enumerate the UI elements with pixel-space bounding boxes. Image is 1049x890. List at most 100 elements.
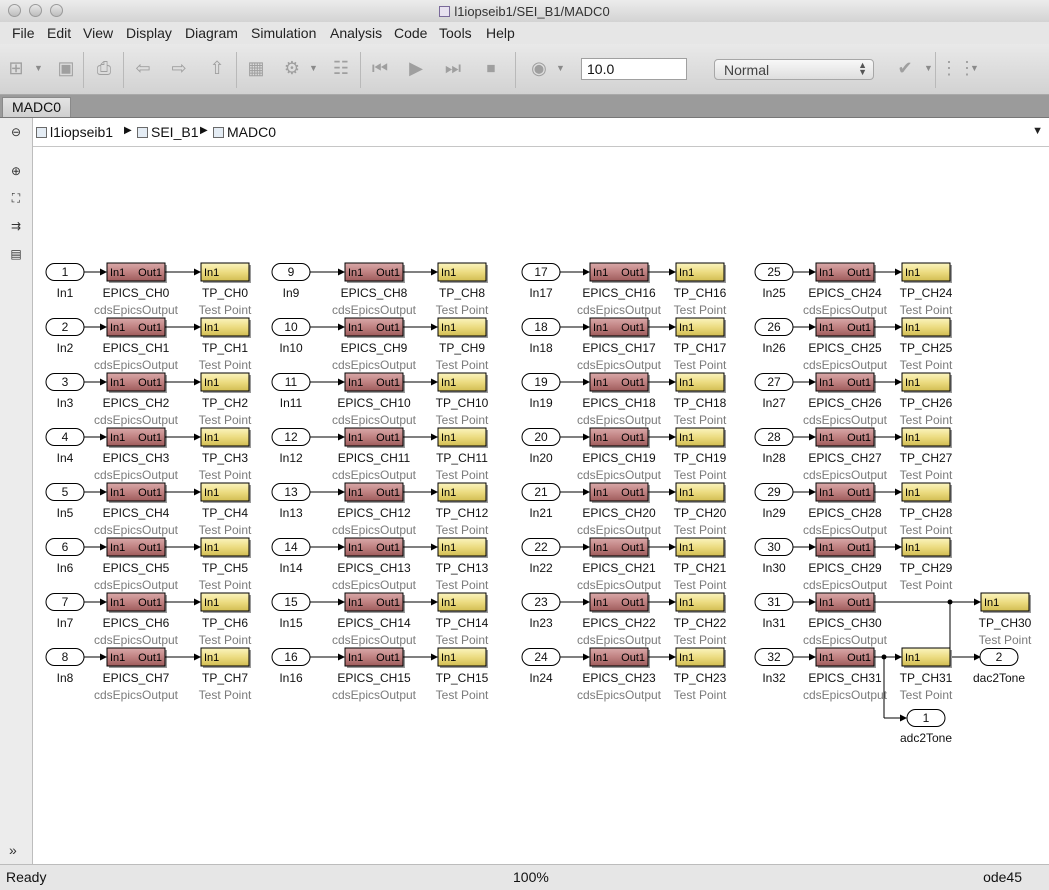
record-icon[interactable]: ◉	[527, 57, 551, 79]
epics-type: cdsEpicsOutput	[803, 578, 888, 592]
signal-arrow	[194, 268, 201, 276]
signal-arrow	[431, 653, 438, 661]
signal-arrow	[100, 543, 107, 551]
tp-in-port: In1	[984, 597, 999, 609]
menu-code[interactable]: Code	[394, 25, 427, 41]
forward-icon[interactable]: ⇨	[167, 57, 191, 79]
menu-file[interactable]: File	[12, 25, 35, 41]
epics-out-port: Out1	[847, 487, 871, 499]
tp-in-port: In1	[905, 542, 920, 554]
annotation-icon[interactable]: ▤	[8, 246, 24, 262]
breadcrumb-item[interactable]: MADC0	[213, 124, 276, 140]
breadcrumb-separator-icon: ▶	[200, 125, 208, 136]
stop-time-input[interactable]: 10.0	[581, 58, 687, 80]
zoom-icon[interactable]: ⊕	[8, 163, 24, 179]
signal-arrow	[194, 598, 201, 606]
advisor-dropdown-icon[interactable]: ▼	[924, 63, 933, 73]
settings-dropdown-icon[interactable]: ▼	[309, 63, 318, 73]
tp-type: Test Point	[674, 633, 727, 647]
signal-arrow	[669, 543, 676, 551]
stop-icon[interactable]: ⏹	[479, 57, 503, 79]
run-icon[interactable]: ▶	[404, 57, 428, 79]
signal-arrow	[583, 323, 590, 331]
menu-view[interactable]: View	[83, 25, 113, 41]
inport-label: In17	[529, 286, 553, 300]
signal-arrow	[431, 378, 438, 386]
breadcrumb-item[interactable]: l1iopseib1	[36, 124, 113, 140]
model-advisor-check-icon[interactable]: ✔	[893, 57, 917, 79]
epics-out-port: Out1	[376, 432, 400, 444]
epics-in-port: In1	[819, 267, 834, 279]
save-icon[interactable]: ▣	[54, 57, 78, 79]
signal-arrow	[194, 323, 201, 331]
menu-analysis[interactable]: Analysis	[330, 25, 382, 41]
inport-label: In31	[762, 616, 786, 630]
build-dropdown-icon[interactable]: ▼	[970, 63, 979, 73]
record-dropdown-icon[interactable]: ▼	[556, 63, 565, 73]
tp-type: Test Point	[900, 578, 953, 592]
tp-in-port: In1	[905, 267, 920, 279]
menu-simulation[interactable]: Simulation	[251, 25, 316, 41]
back-icon[interactable]: ⇦	[131, 57, 155, 79]
new-model-dropdown-icon[interactable]: ▼	[34, 63, 43, 73]
diagram-canvas[interactable]: 1 In1 In1 Out1 EPICS_CH0 cdsEpicsOutput In1 TP_…	[33, 147, 1049, 864]
epics-type: cdsEpicsOutput	[332, 358, 417, 372]
epics-name: EPICS_CH2	[103, 396, 170, 410]
tp-name: TP_CH18	[674, 396, 727, 410]
up-to-parent-icon[interactable]: ⇧	[205, 57, 229, 79]
epics-out-port: Out1	[138, 322, 162, 334]
epics-type: cdsEpicsOutput	[94, 578, 179, 592]
epics-out-port: Out1	[621, 597, 645, 609]
tab-madc0[interactable]: MADC0	[2, 97, 71, 117]
epics-out-port: Out1	[621, 542, 645, 554]
inport-number: 7	[62, 595, 69, 609]
step-back-icon[interactable]: ⏮	[368, 57, 392, 79]
breadcrumb-item[interactable]: SEI_B1	[137, 124, 198, 140]
tp-name: TP_CH10	[436, 396, 489, 410]
arrange-lines-icon[interactable]: ⇉	[8, 218, 24, 234]
menu-help[interactable]: Help	[486, 25, 515, 41]
menu-display[interactable]: Display	[126, 25, 172, 41]
epics-name: EPICS_CH12	[337, 506, 411, 520]
epics-name: EPICS_CH7	[103, 671, 170, 685]
new-model-icon[interactable]: ⊞	[4, 57, 28, 79]
menu-tools[interactable]: Tools	[439, 25, 472, 41]
model-settings-gear-icon[interactable]: ⚙	[280, 57, 304, 79]
build-icon[interactable]: ⋮⋮	[940, 57, 976, 79]
subsystem-icon	[213, 127, 224, 138]
step-forward-icon[interactable]: ⏭	[441, 57, 465, 79]
tp-in-port: In1	[441, 487, 456, 499]
epics-out-port: Out1	[621, 377, 645, 389]
tp-in-port: In1	[679, 322, 694, 334]
signal-arrow	[669, 598, 676, 606]
hide-browser-icon[interactable]: ⊖	[8, 124, 24, 140]
simulation-mode-select[interactable]: Normal ▲ ▼	[714, 59, 874, 80]
toolbar: ⊞ ▼ ▣ ⎙ ⇦ ⇨ ⇧ ▦ ⚙ ▼ ☷ ⏮ ▶ ⏭ ⏹ ◉ ▼ ✔ ▼ ⋮⋮…	[0, 44, 1049, 95]
menu-diagram[interactable]: Diagram	[185, 25, 238, 41]
block-diagram: 1 In1 In1 Out1 EPICS_CH0 cdsEpicsOutput In1 TP_…	[45, 262, 1032, 745]
outport-label: adc2Tone	[900, 731, 952, 745]
epics-out-port: Out1	[621, 322, 645, 334]
epics-name: EPICS_CH16	[582, 286, 656, 300]
tp-name: TP_CH3	[202, 451, 248, 465]
model-explorer-icon[interactable]: ☷	[329, 57, 353, 79]
tp-in-port: In1	[204, 487, 219, 499]
fit-to-view-icon[interactable]: ⛶	[8, 190, 24, 206]
library-browser-icon[interactable]: ▦	[244, 57, 268, 79]
epics-name: EPICS_CH24	[808, 286, 882, 300]
epics-type: cdsEpicsOutput	[94, 303, 179, 317]
inport-number: 2	[62, 320, 69, 334]
inport-label: In23	[529, 616, 553, 630]
epics-name: EPICS_CH28	[808, 506, 882, 520]
inport-label: In11	[280, 396, 303, 410]
tp-name: TP_CH21	[674, 561, 727, 575]
tp-in-port: In1	[441, 597, 456, 609]
expand-chevrons-icon[interactable]: »	[9, 842, 17, 858]
epics-type: cdsEpicsOutput	[803, 303, 888, 317]
tp-name: TP_CH0	[202, 286, 248, 300]
print-icon[interactable]: ⎙	[92, 57, 116, 79]
menu-edit[interactable]: Edit	[47, 25, 71, 41]
inport-label: In24	[529, 671, 553, 685]
tp-in-port: In1	[204, 542, 219, 554]
address-dropdown-icon[interactable]: ▼	[1032, 125, 1043, 137]
